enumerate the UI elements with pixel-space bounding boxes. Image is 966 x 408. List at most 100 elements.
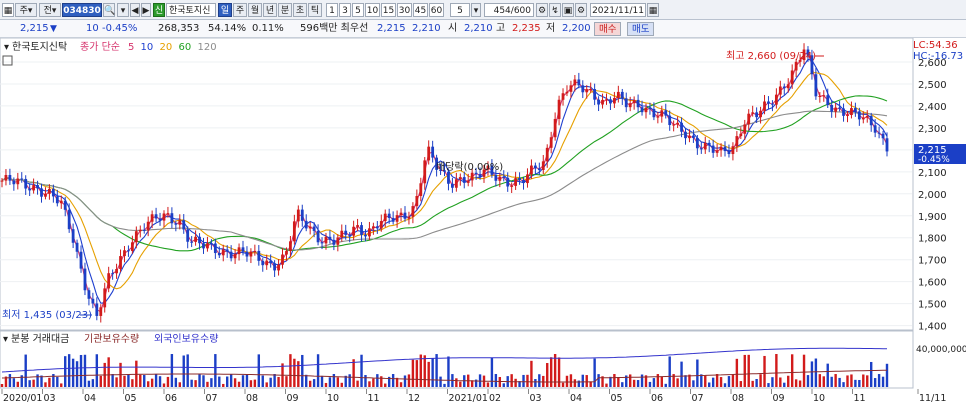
interval-button-60[interactable]: 60 [429, 3, 444, 17]
candle-body [107, 273, 111, 289]
candle-body [466, 180, 470, 183]
interval-button-1[interactable]: 1 [326, 3, 338, 17]
volume-ratio: 0.11% [252, 23, 284, 34]
date-tick-label: 06 [165, 393, 177, 404]
period-button-5[interactable]: 틱 [308, 3, 322, 17]
candle-body [526, 174, 529, 184]
prev-select[interactable]: 전▾ [39, 3, 61, 17]
open-price: 2,210 [464, 23, 493, 34]
volume-bar [802, 354, 806, 387]
volume-bar [435, 354, 438, 387]
candle-body [273, 263, 277, 271]
stock-code-input[interactable]: 034830 [62, 3, 102, 17]
stock-name: 한국토지신 [166, 3, 216, 17]
candle-body [723, 146, 727, 152]
candle-body [628, 103, 632, 108]
candle-body [885, 138, 889, 152]
candle-body [237, 247, 241, 255]
candle-body [834, 107, 838, 112]
price-tick-label: 1,700 [918, 256, 947, 267]
candle-body [616, 91, 620, 99]
volume-bar [0, 384, 4, 387]
candle-body [668, 115, 672, 126]
volume-bar [127, 374, 130, 387]
menu-icon[interactable]: ▾ [4, 42, 9, 53]
volume-bar [636, 380, 640, 387]
volume-bar [850, 374, 853, 387]
save-icon[interactable]: ▣ [562, 3, 574, 17]
volume-bar [858, 379, 861, 387]
volume-bar [253, 379, 257, 387]
calendar-icon[interactable]: ▦ [647, 3, 659, 17]
chart-area[interactable]: 1,400 1,500 1,600 1,700 1,800 1,900 2,000 2,100… [0, 37, 966, 405]
stock-chart[interactable]: 1,400 1,500 1,600 1,700 1,800 1,900 2,000 2,100… [0, 37, 966, 405]
count-field[interactable]: 454/600 [484, 3, 534, 17]
turnover-pct: 54.14% [208, 23, 247, 34]
volume-bar [810, 361, 814, 387]
candle-body [8, 174, 12, 181]
buy-button[interactable]: 매수 [594, 22, 622, 36]
market-select[interactable]: 주▾ [15, 3, 37, 17]
candle-body [352, 226, 356, 236]
volume-bar [569, 374, 573, 387]
period-button-3[interactable]: 분 [278, 3, 292, 17]
candle-body [202, 243, 205, 249]
interval-dropdown-icon[interactable]: ▾ [471, 3, 481, 17]
date-tick-label: 04 [84, 393, 96, 404]
volume-bar [585, 375, 588, 387]
volume-bar [44, 382, 47, 387]
volume-bar [56, 376, 59, 387]
candle-body [605, 99, 608, 101]
legend-stock-name: 한국토지신탁 [12, 41, 67, 53]
candle-body [364, 234, 367, 237]
interval-button-15[interactable]: 15 [381, 3, 396, 17]
interval-button-30[interactable]: 30 [397, 3, 412, 17]
volume-bar [447, 356, 450, 387]
volume-bar [48, 377, 51, 387]
interval-button-3[interactable]: 3 [339, 3, 351, 17]
candle-body [652, 108, 656, 118]
interval-button-5[interactable]: 5 [352, 3, 364, 17]
interval-input[interactable]: 5 [450, 3, 470, 17]
volume-bar [79, 354, 83, 387]
market-icon[interactable]: ▦ [2, 3, 14, 17]
volume-bar [763, 355, 766, 387]
period-button-2[interactable]: 년 [263, 3, 277, 17]
volume-bar [12, 378, 16, 387]
next-stock-icon[interactable]: ▶ [141, 3, 151, 17]
code-dropdown-icon[interactable]: ▾ [117, 3, 129, 17]
price-tick-label: 2,100 [918, 168, 947, 179]
volume-bar [40, 375, 43, 387]
volume-menu-icon[interactable]: ▾ [3, 334, 8, 345]
quote-bar: 2,215 ▼ 10 -0.45% 268,353 54.14% 0.11% 5… [0, 20, 966, 38]
compare-icon[interactable]: ↯ [549, 3, 561, 17]
volume-bar [842, 382, 845, 387]
candle-body [850, 108, 853, 116]
volume-bar [214, 354, 217, 387]
volume: 268,353 [158, 23, 200, 34]
period-button-1[interactable]: 월 [248, 3, 262, 17]
period-button-4[interactable]: 초 [293, 3, 307, 17]
volume-bar [692, 380, 695, 387]
volume-bar [368, 381, 371, 387]
period-button-0[interactable]: 주 [233, 3, 247, 17]
date-input[interactable]: 2021/11/11 [590, 3, 646, 17]
prev-stock-icon[interactable]: ◀ [130, 3, 140, 17]
candle-body [640, 107, 644, 113]
candle-body [257, 250, 261, 261]
sell-button[interactable]: 매도 [627, 22, 655, 36]
volume-bar [403, 375, 407, 387]
period-daily-button[interactable]: 일 [218, 3, 232, 17]
gear-icon[interactable]: ⚙ [575, 3, 587, 17]
candle-body [861, 117, 865, 120]
chart-settings-icon[interactable]: ⚙ [536, 3, 548, 17]
volume-bar [727, 376, 731, 387]
interval-button-45[interactable]: 45 [413, 3, 428, 17]
date-tick-label: 10 [813, 393, 825, 404]
candle-body [379, 221, 383, 229]
search-icon[interactable]: 🔍 [103, 3, 115, 17]
open-label: 시 [448, 23, 458, 34]
candle-body [846, 115, 849, 117]
volume-axis-label: 40,000,000 [916, 345, 966, 355]
interval-button-10[interactable]: 10 [365, 3, 380, 17]
